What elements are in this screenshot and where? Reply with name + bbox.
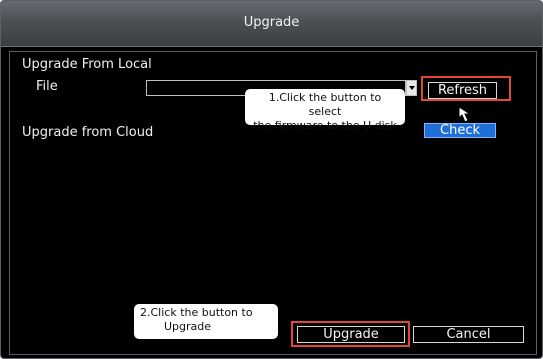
upgrade-tip-line-1: 2.Click the button to xyxy=(140,306,253,319)
arrow-cursor-icon xyxy=(458,106,472,123)
title-bar: Upgrade xyxy=(1,1,542,47)
cancel-button[interactable]: Cancel xyxy=(413,326,524,343)
refresh-instruction-callout: 1.Click the button to select the firmwar… xyxy=(245,89,405,132)
upgrade-tip-line-2: Upgrade xyxy=(164,320,212,333)
upgrade-highlight-box xyxy=(291,321,410,347)
upgrade-instruction-callout: 2.Click the button to Upgrade xyxy=(134,304,278,339)
file-label: File xyxy=(36,79,58,94)
upgrade-from-local-label: Upgrade From Local xyxy=(22,57,152,72)
refresh-highlight-box xyxy=(421,76,511,101)
refresh-tip-line-2: the firmware to the U disk xyxy=(253,119,397,132)
dialog-title: Upgrade xyxy=(243,15,300,30)
file-dropdown-button[interactable] xyxy=(406,80,417,96)
check-button[interactable]: Check xyxy=(424,123,496,138)
dropdown-arrow-icon xyxy=(409,86,415,90)
refresh-tip-line-1: 1.Click the button to select xyxy=(268,91,382,118)
upgrade-from-cloud-label: Upgrade from Cloud xyxy=(22,125,154,140)
